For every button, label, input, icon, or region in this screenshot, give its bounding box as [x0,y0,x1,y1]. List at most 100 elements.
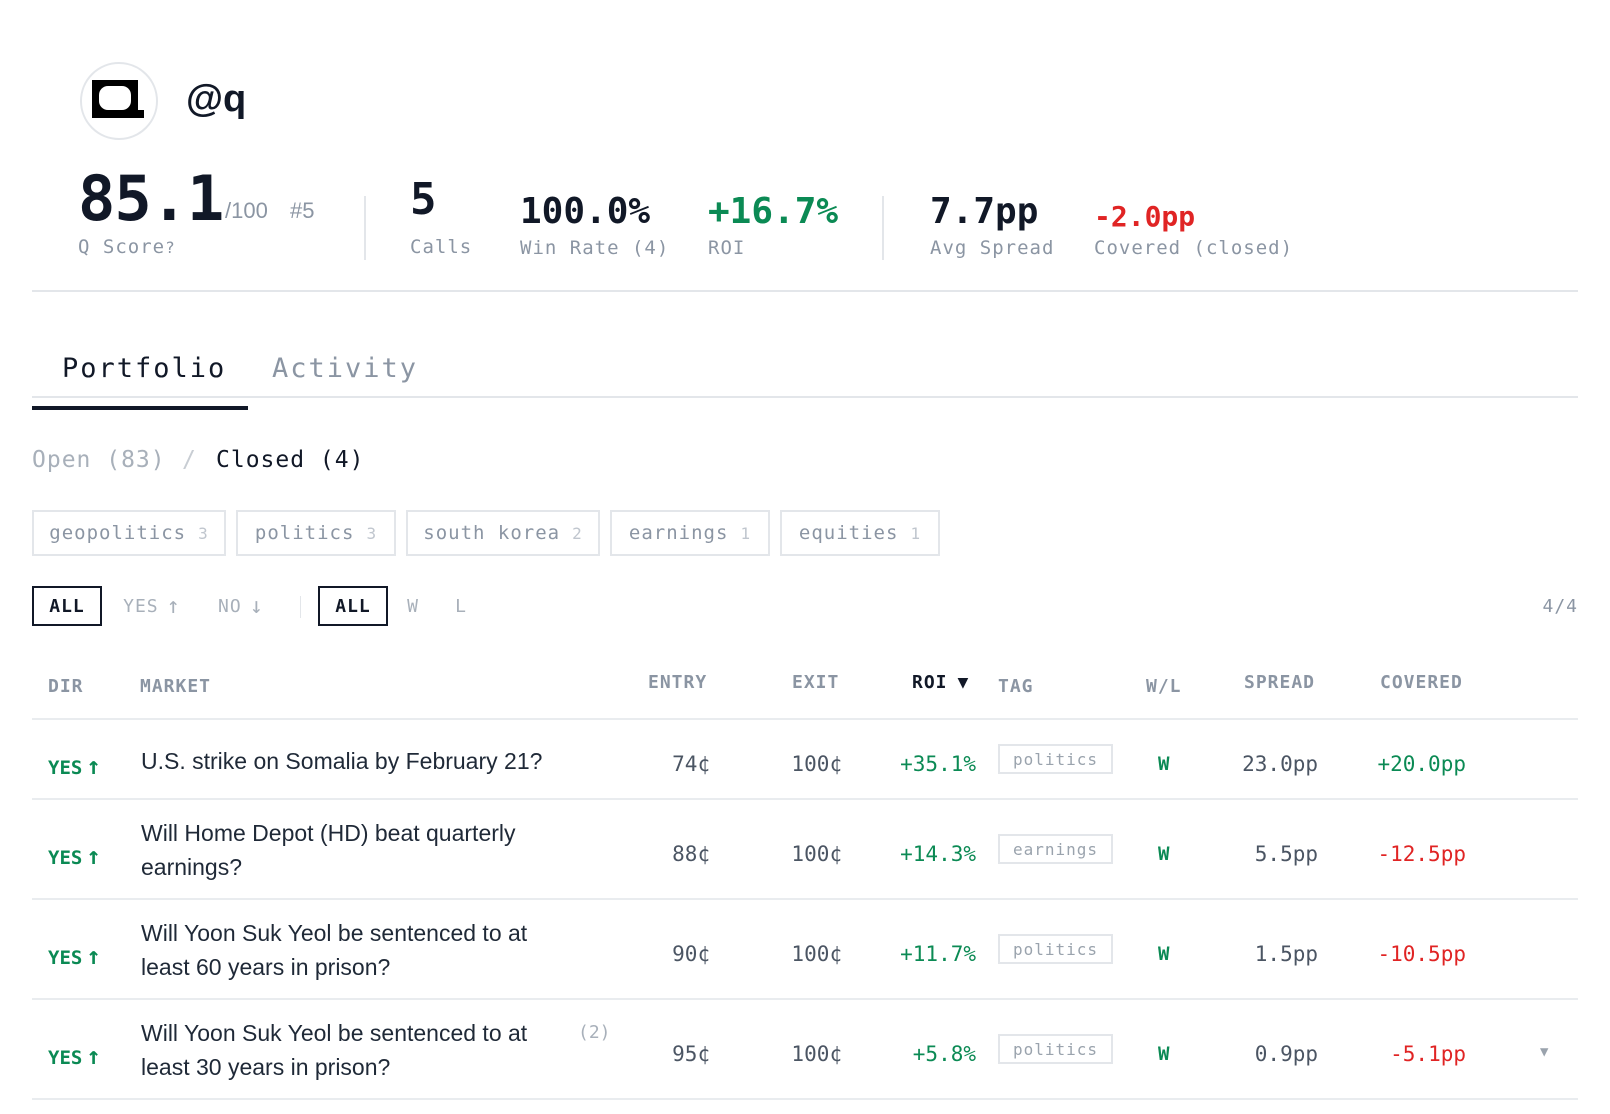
exit-cell: 100¢ [791,842,842,866]
filter-dir-all-button[interactable]: ALL [32,586,102,626]
arrow-down-icon: ↓ [249,593,264,619]
column-header-tag[interactable]: TAG [998,676,1034,697]
rank-badge: #5 [290,198,315,223]
filter-loss-button[interactable]: L [446,586,476,626]
spread-cell: 23.0pp [1242,752,1318,776]
column-header-dir[interactable]: DIR [48,676,84,697]
market-title[interactable]: Will Home Depot (HD) beat quarterly earn… [141,816,581,884]
covered-label: Covered (closed) [1094,237,1294,259]
subtab-open[interactable]: Open (83) [32,447,166,473]
tag-badge[interactable]: politics [998,744,1113,774]
profile-handle: @q [186,78,247,120]
win-rate-label: Win Rate (4) [520,237,670,259]
roi-label: ROI [708,237,746,259]
column-header-spread[interactable]: SPREAD [1244,672,1315,693]
avg-spread-label: Avg Spread [930,237,1055,259]
q-score-max: /100 [225,198,268,223]
tab-portfolio[interactable]: Portfolio [62,353,226,384]
column-header-exit[interactable]: EXIT [792,672,839,693]
market-title[interactable]: U.S. strike on Somalia by February 21? [141,744,581,778]
tag-chip-politics[interactable]: politics 3 [236,510,396,556]
win-rate-value: 100.0% [520,191,651,232]
win-loss-cell: W [1158,1043,1170,1065]
stat-divider [364,196,366,260]
help-icon[interactable]: ? [165,238,176,257]
covered-cell: -5.1pp [1390,1042,1466,1066]
results-count: 4/4 [1542,595,1578,617]
tag-badge[interactable]: earnings [998,834,1113,864]
filter-divider [300,596,301,618]
table-header-divider [32,718,1578,720]
roi-cell: +35.1% [900,752,976,776]
expand-chevron-icon[interactable]: ▼ [1540,1044,1548,1060]
entry-cell: 74¢ [672,752,710,776]
roi-cell: +5.8% [912,1042,976,1066]
spread-cell: 1.5pp [1254,942,1318,966]
entry-cell: 90¢ [672,942,710,966]
tag-badge[interactable]: politics [998,934,1113,964]
tag-chip-earnings[interactable]: earnings 1 [610,510,770,556]
tag-chip-equities[interactable]: equities 1 [780,510,940,556]
tabs-divider [32,396,1578,398]
column-header-entry[interactable]: ENTRY [648,672,707,693]
market-title[interactable]: Will Yoon Suk Yeol be sentenced to at le… [141,1016,551,1084]
tag-badge[interactable]: politics [998,1034,1113,1064]
sort-desc-icon: ▼ [957,672,970,693]
tag-chip-geopolitics[interactable]: geopolitics 3 [32,510,226,556]
exit-cell: 100¢ [791,752,842,776]
calls-value: 5 [410,174,437,225]
filter-yes-button[interactable]: YES ↑ [112,586,192,626]
row-divider [32,1098,1578,1100]
covered-cell: -12.5pp [1377,842,1466,866]
duplicate-count: (2) [578,1022,611,1043]
roi-cell: +11.7% [900,942,976,966]
column-header-market[interactable]: MARKET [140,676,211,697]
q-score-label: Q Score? [78,236,176,258]
row-divider [32,898,1578,900]
row-divider [32,798,1578,800]
column-header-covered[interactable]: COVERED [1380,672,1463,693]
filter-result-all-button[interactable]: ALL [318,586,388,626]
exit-cell: 100¢ [791,942,842,966]
entry-cell: 95¢ [672,1042,710,1066]
direction-cell: YES ↑ [48,1042,101,1070]
column-header-roi[interactable]: ROI ▼ [912,672,969,693]
q-score-value: 85.1 [78,162,224,235]
win-loss-cell: W [1158,843,1170,865]
avg-spread-value: 7.7pp [930,191,1039,232]
tab-active-indicator [32,406,248,410]
arrow-up-icon: ↑ [86,942,101,970]
filter-no-button[interactable]: NO ↓ [206,586,276,626]
roi-value: +16.7% [708,191,839,232]
win-loss-cell: W [1158,753,1170,775]
arrow-up-icon: ↑ [86,1042,101,1070]
tag-chip-south-korea[interactable]: south korea 2 [406,510,600,556]
direction-cell: YES ↑ [48,942,101,970]
arrow-up-icon: ↑ [166,593,181,619]
stat-divider [882,196,884,260]
entry-cell: 88¢ [672,842,710,866]
spread-cell: 5.5pp [1254,842,1318,866]
direction-cell: YES ↑ [48,752,101,780]
market-title[interactable]: Will Yoon Suk Yeol be sentenced to at le… [141,916,581,984]
calls-label: Calls [410,236,473,258]
subtab-separator: / [182,447,197,473]
covered-cell: -10.5pp [1377,942,1466,966]
avatar[interactable] [80,62,158,140]
tab-activity[interactable]: Activity [272,353,418,384]
subtab-closed[interactable]: Closed (4) [216,447,364,473]
covered-cell: +20.0pp [1377,752,1466,776]
win-loss-cell: W [1158,943,1170,965]
row-divider [32,998,1578,1000]
header-divider [32,290,1578,292]
filter-win-button[interactable]: W [398,586,428,626]
column-header-wl[interactable]: W/L [1146,676,1182,697]
arrow-up-icon: ↑ [86,752,101,780]
covered-value: -2.0pp [1094,200,1196,233]
roi-cell: +14.3% [900,842,976,866]
exit-cell: 100¢ [791,1042,842,1066]
q-logo-icon [92,80,144,118]
arrow-up-icon: ↑ [86,842,101,870]
direction-cell: YES ↑ [48,842,101,870]
spread-cell: 0.9pp [1254,1042,1318,1066]
